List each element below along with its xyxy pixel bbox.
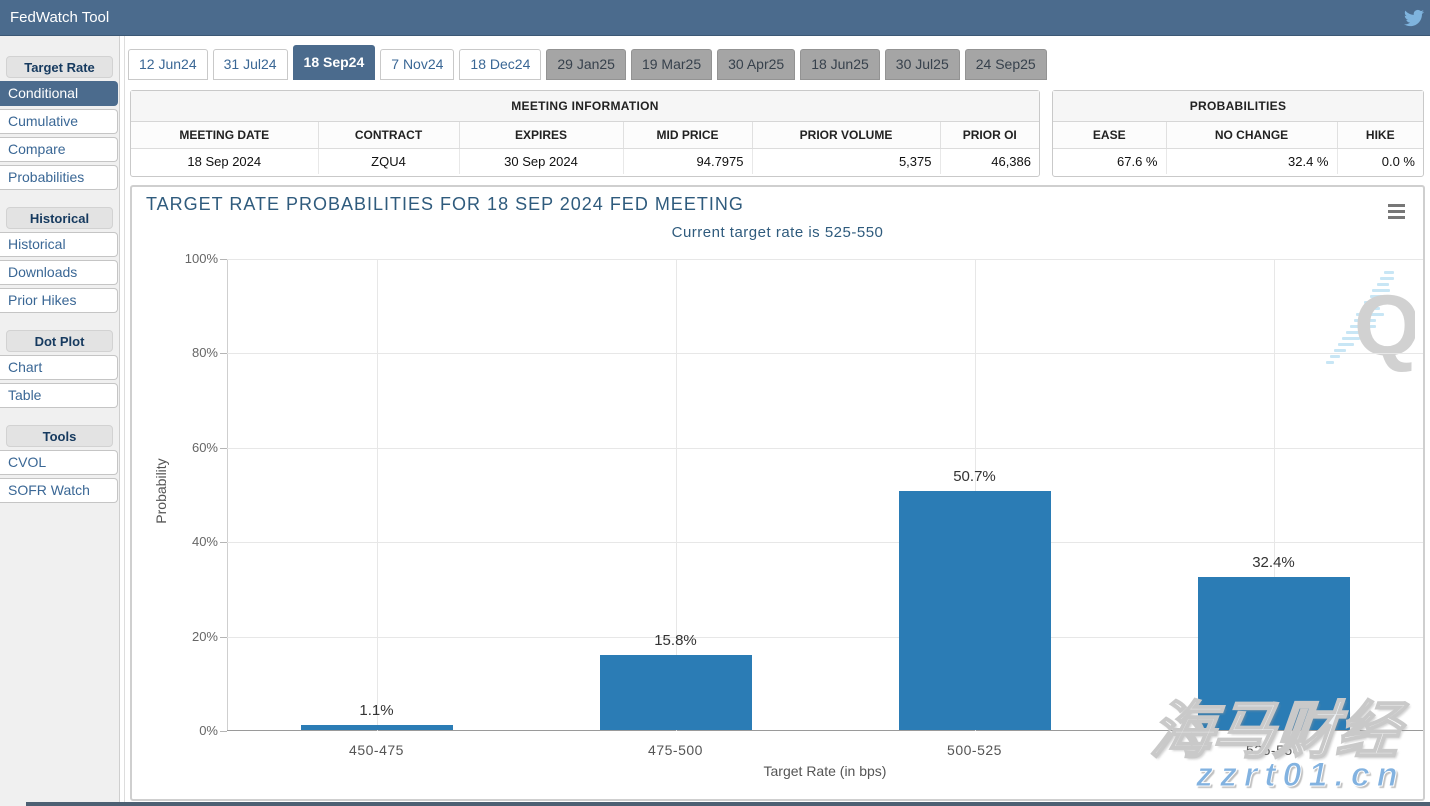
y-tick-mark bbox=[220, 353, 227, 354]
col-meeting-date: MEETING DATE bbox=[131, 122, 318, 148]
tab-29-jan25[interactable]: 29 Jan25 bbox=[546, 49, 626, 80]
tab-7-nov24[interactable]: 7 Nov24 bbox=[380, 49, 454, 80]
sidebar-item-compare[interactable]: Compare bbox=[0, 137, 118, 162]
col-ease: EASE bbox=[1053, 122, 1166, 148]
app-header-bar: FedWatch Tool bbox=[0, 0, 1430, 36]
y-tick-label: 100% bbox=[160, 251, 218, 266]
meeting-date-tabs: 12 Jun24 31 Jul24 18 Sep24 7 Nov24 18 De… bbox=[128, 46, 1047, 80]
x-tick-label: 450-475 bbox=[297, 742, 457, 758]
value-ease: 67.6 % bbox=[1053, 148, 1166, 174]
hamburger-menu-icon[interactable] bbox=[1388, 204, 1405, 222]
sidebar-item-chart[interactable]: Chart bbox=[0, 355, 118, 380]
value-contract: ZQU4 bbox=[318, 148, 459, 174]
probabilities-header-row: EASE NO CHANGE HIKE bbox=[1053, 122, 1423, 148]
col-mid-price: MID PRICE bbox=[623, 122, 752, 148]
sidebar: Target Rate Conditional Cumulative Compa… bbox=[0, 36, 120, 806]
tab-12-jun24[interactable]: 12 Jun24 bbox=[128, 49, 208, 80]
bar-value-label: 15.8% bbox=[616, 632, 736, 649]
y-tick-label: 20% bbox=[160, 629, 218, 644]
app-title: FedWatch Tool bbox=[10, 0, 109, 36]
tab-24-sep25[interactable]: 24 Sep25 bbox=[965, 49, 1047, 80]
chart-subtitle: Current target rate is 525-550 bbox=[132, 224, 1423, 241]
y-gridline bbox=[227, 259, 1423, 260]
target-rate-chart-panel: TARGET RATE PROBABILITIES FOR 18 SEP 202… bbox=[130, 185, 1425, 801]
x-axis-line bbox=[227, 730, 1423, 731]
bar-value-label: 50.7% bbox=[915, 468, 1035, 485]
x-axis-title: Target Rate (in bps) bbox=[227, 763, 1423, 779]
tab-18-sep24[interactable]: 18 Sep24 bbox=[293, 45, 376, 80]
sidebar-item-conditional[interactable]: Conditional bbox=[0, 81, 118, 106]
meeting-information-value-row: 18 Sep 2024 ZQU4 30 Sep 2024 94.7975 5,3… bbox=[131, 148, 1039, 174]
sidebar-item-prior-hikes[interactable]: Prior Hikes bbox=[0, 288, 118, 313]
y-tick-mark bbox=[220, 448, 227, 449]
value-mid-price: 94.7975 bbox=[623, 148, 752, 174]
col-prior-volume: PRIOR VOLUME bbox=[752, 122, 940, 148]
sidebar-section-target-rate: Target Rate bbox=[6, 56, 113, 78]
probabilities-table: EASE NO CHANGE HIKE 67.6 % 32.4 % 0.0 % bbox=[1053, 122, 1423, 174]
next-section-top-edge bbox=[26, 802, 1430, 806]
col-hike: HIKE bbox=[1337, 122, 1423, 148]
bar-value-label: 1.1% bbox=[317, 702, 437, 719]
col-contract: CONTRACT bbox=[318, 122, 459, 148]
value-expires: 30 Sep 2024 bbox=[459, 148, 623, 174]
y-tick-label: 0% bbox=[160, 723, 218, 738]
sidebar-item-historical[interactable]: Historical bbox=[0, 232, 118, 257]
meeting-information-panel: MEETING INFORMATION MEETING DATE CONTRAC… bbox=[130, 90, 1040, 177]
sidebar-section-dot-plot: Dot Plot bbox=[6, 330, 113, 352]
y-tick-mark bbox=[220, 731, 227, 732]
chart-title: TARGET RATE PROBABILITIES FOR 18 SEP 202… bbox=[146, 194, 744, 215]
sidebar-section-tools: Tools bbox=[6, 425, 113, 447]
y-gridline bbox=[227, 353, 1423, 354]
value-meeting-date: 18 Sep 2024 bbox=[131, 148, 318, 174]
tab-30-apr25[interactable]: 30 Apr25 bbox=[717, 49, 795, 80]
y-tick-label: 60% bbox=[160, 440, 218, 455]
x-tick-label: 475-500 bbox=[596, 742, 756, 758]
y-gridline bbox=[227, 448, 1423, 449]
value-hike: 0.0 % bbox=[1337, 148, 1423, 174]
x-tick-label: 500-525 bbox=[895, 742, 1055, 758]
y-tick-mark bbox=[220, 637, 227, 638]
bar-500-525[interactable] bbox=[899, 491, 1051, 730]
sidebar-item-probabilities[interactable]: Probabilities bbox=[0, 165, 118, 190]
sidebar-item-downloads[interactable]: Downloads bbox=[0, 260, 118, 285]
y-axis-line bbox=[227, 259, 228, 731]
twitter-bird-icon[interactable] bbox=[1404, 8, 1424, 28]
bar-475-500[interactable] bbox=[600, 655, 752, 730]
y-tick-label: 40% bbox=[160, 534, 218, 549]
meeting-information-table: MEETING DATE CONTRACT EXPIRES MID PRICE … bbox=[131, 122, 1039, 174]
value-prior-oi: 46,386 bbox=[940, 148, 1039, 174]
y-tick-mark bbox=[220, 542, 227, 543]
tab-18-jun25[interactable]: 18 Jun25 bbox=[800, 49, 880, 80]
sidebar-item-cumulative[interactable]: Cumulative bbox=[0, 109, 118, 134]
bar-450-475[interactable] bbox=[301, 725, 453, 730]
sidebar-item-cvol[interactable]: CVOL bbox=[0, 450, 118, 475]
y-gridline bbox=[227, 542, 1423, 543]
bar-value-label: 32.4% bbox=[1214, 554, 1334, 571]
col-expires: EXPIRES bbox=[459, 122, 623, 148]
probabilities-value-row: 67.6 % 32.4 % 0.0 % bbox=[1053, 148, 1423, 174]
probabilities-title: PROBABILITIES bbox=[1053, 91, 1423, 122]
value-no-change: 32.4 % bbox=[1166, 148, 1337, 174]
tab-31-jul24[interactable]: 31 Jul24 bbox=[213, 49, 288, 80]
value-prior-volume: 5,375 bbox=[752, 148, 940, 174]
sidebar-section-historical: Historical bbox=[6, 207, 113, 229]
content-divider bbox=[124, 36, 125, 806]
tab-30-jul25[interactable]: 30 Jul25 bbox=[885, 49, 960, 80]
plot-area: 1.1% 15.8% 50.7% 32.4% bbox=[227, 259, 1423, 731]
y-tick-mark bbox=[220, 259, 227, 260]
bar-525-550[interactable] bbox=[1198, 577, 1350, 730]
x-gridline bbox=[377, 259, 378, 731]
col-no-change: NO CHANGE bbox=[1166, 122, 1337, 148]
meeting-information-header-row: MEETING DATE CONTRACT EXPIRES MID PRICE … bbox=[131, 122, 1039, 148]
sidebar-item-sofr-watch[interactable]: SOFR Watch bbox=[0, 478, 118, 503]
meeting-information-title: MEETING INFORMATION bbox=[131, 91, 1039, 122]
probabilities-panel: PROBABILITIES EASE NO CHANGE HIKE 67.6 %… bbox=[1052, 90, 1424, 177]
x-tick-label: 525-550 bbox=[1194, 742, 1354, 758]
tab-19-mar25[interactable]: 19 Mar25 bbox=[631, 49, 712, 80]
tab-18-dec24[interactable]: 18 Dec24 bbox=[459, 49, 541, 80]
y-tick-label: 80% bbox=[160, 345, 218, 360]
col-prior-oi: PRIOR OI bbox=[940, 122, 1039, 148]
sidebar-item-table[interactable]: Table bbox=[0, 383, 118, 408]
